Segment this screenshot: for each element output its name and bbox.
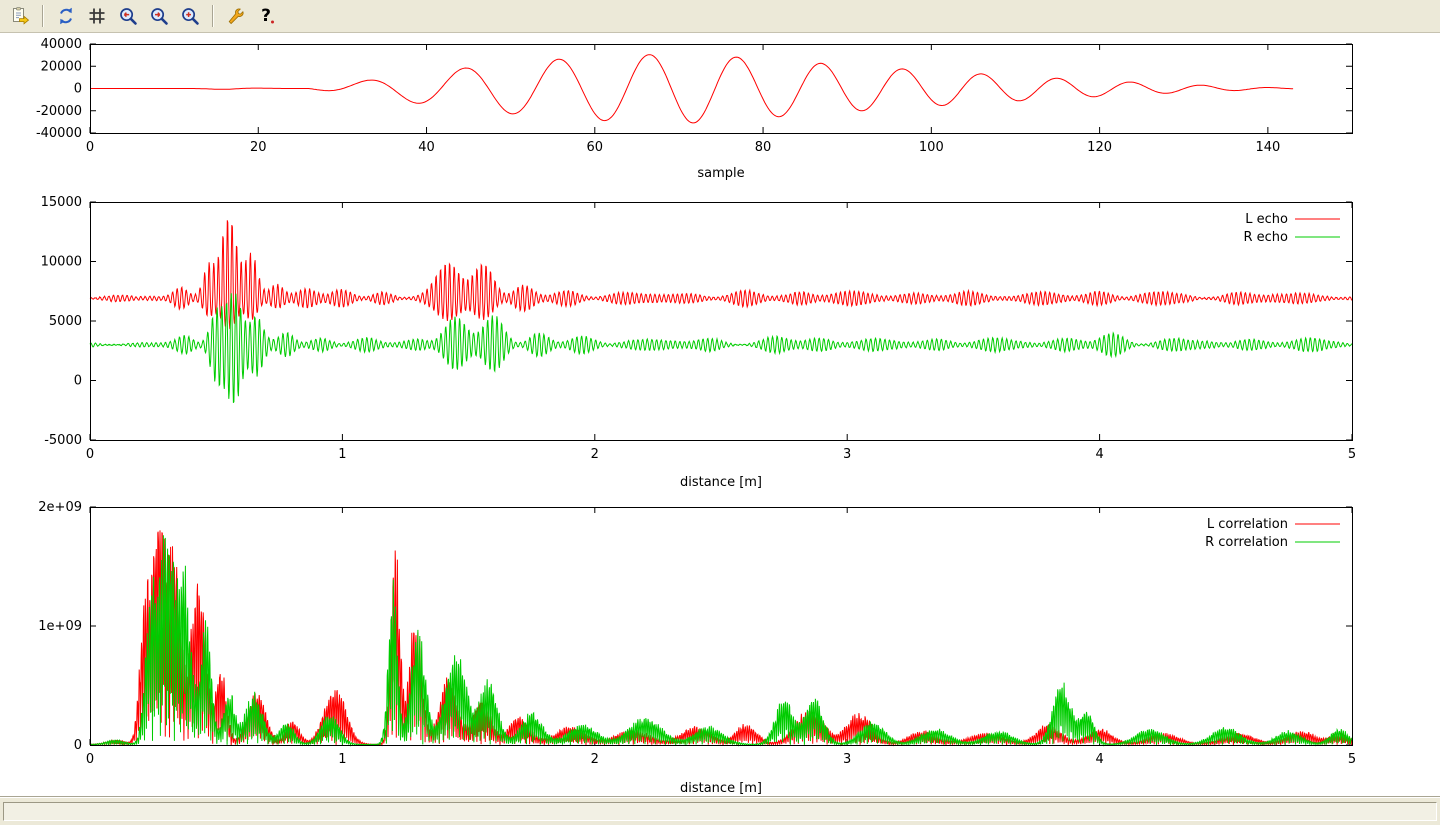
replot-button[interactable] bbox=[53, 3, 79, 29]
r-correlation-line bbox=[90, 535, 1352, 745]
chirp-pulse-chart[interactable]: 0 20 40 60 80 100 120 140 -40000 -20000 0 20000 4000… bbox=[0, 33, 1440, 185]
x-tick-label: 4 bbox=[1095, 752, 1103, 767]
y-tick-label: 40000 bbox=[41, 37, 82, 52]
y-tick-label: 15000 bbox=[41, 195, 82, 210]
y-tick-label: 0 bbox=[74, 82, 82, 97]
autoscale-button[interactable] bbox=[177, 3, 203, 29]
x-tick-label: 0 bbox=[86, 447, 94, 462]
y-tick-label: 20000 bbox=[41, 59, 82, 74]
x-tick-label: 0 bbox=[86, 752, 94, 767]
chirp-pulse-line bbox=[90, 55, 1293, 123]
y-tick-label: -5000 bbox=[44, 433, 82, 448]
toggle-grid-button[interactable] bbox=[84, 3, 110, 29]
legend-label: R correlation bbox=[1205, 535, 1288, 550]
x-tick-label: 80 bbox=[755, 140, 772, 155]
help-button[interactable]: ? bbox=[254, 3, 280, 29]
x-tick-label: 1 bbox=[338, 752, 346, 767]
plot-border bbox=[91, 508, 1353, 746]
copy-to-clipboard-button[interactable] bbox=[7, 3, 33, 29]
y-tick-label: 10000 bbox=[41, 255, 82, 270]
plot-border bbox=[91, 45, 1353, 134]
configure-button[interactable] bbox=[223, 3, 249, 29]
x-tick-label: 3 bbox=[843, 752, 851, 767]
x-tick-label: 60 bbox=[587, 140, 604, 155]
help-icon: ? bbox=[257, 6, 277, 26]
zoom-previous-icon bbox=[118, 6, 138, 26]
legend-label: L echo bbox=[1245, 212, 1288, 227]
zoom-next-icon bbox=[149, 6, 169, 26]
status-message bbox=[3, 802, 1437, 821]
y-tick-label: 5000 bbox=[49, 314, 82, 329]
x-tick-label: 1 bbox=[338, 447, 346, 462]
svg-text:?: ? bbox=[261, 6, 271, 26]
y-tick-label: 1e+09 bbox=[38, 619, 82, 634]
toolbar: ? bbox=[0, 0, 1440, 33]
x-tick-label: 140 bbox=[1255, 140, 1280, 155]
clipboard-icon bbox=[10, 6, 30, 26]
autoscale-icon bbox=[180, 6, 200, 26]
x-tick-label: 100 bbox=[919, 140, 944, 155]
l-echo-line bbox=[90, 220, 1352, 329]
x-tick-label: 2 bbox=[591, 447, 599, 462]
y-tick-label: 0 bbox=[74, 738, 82, 753]
legend-label: R echo bbox=[1243, 230, 1288, 245]
x-axis-label: sample bbox=[697, 166, 744, 181]
x-tick-label: 5 bbox=[1348, 752, 1356, 767]
zoom-previous-button[interactable] bbox=[115, 3, 141, 29]
grid-icon bbox=[87, 6, 107, 26]
echo-chart[interactable]: 0 1 2 3 4 5 -5000 0 5000 10000 15000 distance [m] L … bbox=[0, 185, 1440, 495]
y-tick-label: 0 bbox=[74, 374, 82, 389]
plot-border bbox=[91, 203, 1353, 441]
x-axis-label: distance [m] bbox=[680, 781, 762, 796]
toolbar-separator bbox=[212, 5, 214, 27]
x-tick-label: 3 bbox=[843, 447, 851, 462]
x-axis-label: distance [m] bbox=[680, 475, 762, 490]
zoom-next-button[interactable] bbox=[146, 3, 172, 29]
x-tick-label: 40 bbox=[418, 140, 435, 155]
y-tick-label: -40000 bbox=[36, 126, 82, 141]
status-bar bbox=[0, 797, 1440, 825]
x-tick-label: 0 bbox=[86, 140, 94, 155]
gnuplot-window: { "window": { "background": "#ffffff", "… bbox=[0, 0, 1440, 825]
legend-label: L correlation bbox=[1207, 517, 1288, 532]
correlation-chart[interactable]: 0 1 2 3 4 5 0 1e+09 2e+09 distance [m] L correlati… bbox=[0, 495, 1440, 797]
refresh-icon bbox=[56, 6, 76, 26]
plot-canvas[interactable]: 020406080100120140-40000-200000200004000… bbox=[0, 33, 1440, 797]
x-tick-label: 2 bbox=[591, 752, 599, 767]
y-tick-label: 2e+09 bbox=[38, 500, 82, 515]
l-correlation-line bbox=[90, 530, 1352, 745]
x-tick-label: 120 bbox=[1087, 140, 1112, 155]
x-tick-label: 5 bbox=[1348, 447, 1356, 462]
wrench-icon bbox=[226, 6, 246, 26]
y-tick-label: -20000 bbox=[36, 104, 82, 119]
toolbar-separator bbox=[42, 5, 44, 27]
x-tick-label: 4 bbox=[1095, 447, 1103, 462]
x-tick-label: 20 bbox=[250, 140, 267, 155]
r-echo-line bbox=[90, 293, 1352, 403]
